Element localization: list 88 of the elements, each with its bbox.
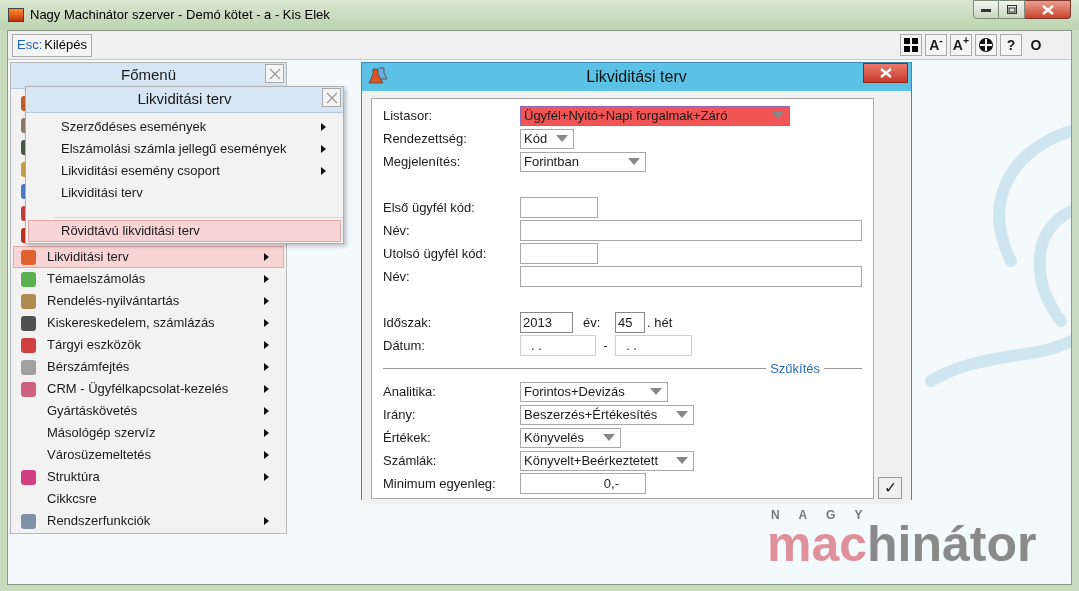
field-label: év: — [583, 313, 602, 332]
dropdown[interactable]: Forintban — [520, 151, 646, 172]
field-label: Értékek: — [383, 428, 432, 447]
dropdown[interactable]: Kód — [520, 128, 574, 149]
close-button[interactable] — [1025, 0, 1071, 19]
section-heading: Szűkítés — [770, 359, 820, 378]
logo-tagline: N A G Y — [771, 507, 872, 524]
dropdown[interactable]: Könyvelt+Beérkeztetett — [520, 450, 694, 471]
field-label: Rendezettség: — [383, 129, 468, 148]
field-label: Név: — [383, 267, 411, 286]
close-icon — [1041, 4, 1054, 15]
logo-text: hinátor — [867, 524, 1037, 564]
field-label: Minimum egyenleg: — [383, 474, 497, 493]
toolbar-button[interactable]: A$^{-}$ — [925, 34, 947, 56]
field-label: Irány: — [383, 405, 417, 424]
input-field[interactable]: . . — [520, 335, 596, 356]
dropdown[interactable]: Beszerzés+Értékesítés — [520, 404, 694, 425]
input-field[interactable]: . . — [615, 335, 692, 356]
input-field[interactable] — [520, 243, 598, 264]
field-label: Megjelenítés: — [383, 152, 462, 171]
field-label: . hét — [647, 313, 673, 332]
menu-item[interactable]: Cikkcsre — [13, 488, 284, 510]
input-field[interactable] — [520, 220, 862, 241]
close-icon — [325, 91, 338, 104]
menu-item[interactable]: Gyártáskövetés — [13, 400, 284, 422]
dropdown[interactable]: Könyvelés — [520, 427, 621, 448]
menu-title: Főmenü — [121, 65, 176, 86]
exit-label: Kilépés — [44, 36, 87, 55]
dropdown-arrow-icon — [556, 135, 568, 142]
menu-title: Likviditási terv — [137, 89, 232, 110]
input-field[interactable]: 0,- — [520, 473, 646, 494]
field-label: Dátum: — [383, 336, 426, 355]
field-label: Számlák: — [383, 451, 438, 470]
menu-item[interactable]: Témaelszámolás — [13, 268, 284, 290]
field-label: Név: — [383, 221, 411, 240]
toolbar-button[interactable]: ? — [1000, 34, 1022, 56]
menu-item[interactable]: Likviditási esemény csoport — [28, 160, 341, 182]
menu-item[interactable]: Bérszámfejtés — [13, 356, 284, 378]
dropdown-arrow-icon — [628, 158, 640, 165]
field-label: Utolsó ügyfél kód: — [383, 244, 488, 263]
maximize-button[interactable] — [999, 0, 1025, 19]
exit-button[interactable]: Esc:Kilépés — [12, 33, 92, 57]
grid-icon — [904, 38, 918, 52]
field-label: Első ügyfél kód: — [383, 198, 476, 217]
menu-item[interactable]: Tárgyi eszközök — [13, 334, 284, 356]
field-label: Időszak: — [383, 313, 433, 332]
toolbar-button[interactable]: A$^{+}$ — [950, 34, 972, 56]
field-label: Listasor: — [383, 106, 434, 125]
close-button[interactable] — [863, 63, 908, 83]
input-field[interactable] — [520, 266, 862, 287]
toolbar-button[interactable]: O — [1025, 34, 1047, 56]
maximize-icon — [1006, 5, 1017, 14]
menu-item[interactable]: Struktúra — [13, 466, 284, 488]
dropdown[interactable]: Forintos+Devizás — [520, 381, 668, 402]
input-field[interactable]: 45 — [615, 312, 645, 333]
minimize-icon — [981, 7, 991, 12]
dropdown-arrow-icon — [676, 457, 688, 464]
menu-item[interactable]: Rendszerfunkciók — [13, 510, 284, 532]
shortcut-key: Esc: — [17, 35, 43, 55]
field-label: Analitika: — [383, 382, 437, 401]
close-icon — [268, 67, 281, 80]
menu-item[interactable]: Szerződéses események — [28, 116, 341, 138]
menu-item[interactable]: Rövidtávú likviditási terv — [28, 220, 341, 242]
layout-button[interactable] — [900, 34, 922, 56]
menu-item[interactable]: CRM - Ügyfélkapcsolat-kezelés — [13, 378, 284, 400]
menu-item[interactable]: Rendelés-nyilvántartás — [13, 290, 284, 312]
menu-item[interactable]: Likviditási terv — [13, 246, 284, 268]
menu-item[interactable]: Városüzemeltetés — [13, 444, 284, 466]
dropdown-arrow-icon — [676, 411, 688, 418]
minimize-button[interactable] — [973, 0, 999, 19]
logo-text: mac — [767, 524, 868, 564]
close-icon — [879, 68, 892, 78]
input-field[interactable]: 2013 — [520, 312, 573, 333]
dropdown-arrow-icon — [603, 434, 615, 441]
dropdown[interactable]: Ügyfél+Nyitó+Napi forgalmak+Záró — [520, 105, 790, 126]
menu-item[interactable]: Másológép szervíz — [13, 422, 284, 444]
flask-icon — [368, 66, 388, 86]
menu-item[interactable]: Elszámolási számla jellegű események — [28, 138, 341, 160]
date-separator: - — [602, 336, 609, 355]
window-title: Nagy Machinátor szerver - Demó kötet - a - Kis Elek — [30, 6, 330, 25]
dropdown-arrow-icon — [650, 388, 662, 395]
dropdown-arrow-icon — [772, 112, 784, 119]
dialog-title: Likviditási terv — [586, 67, 687, 87]
menu-item[interactable]: Kiskereskedelem, számlázás — [13, 312, 284, 334]
input-field[interactable] — [520, 197, 598, 218]
ok-button[interactable]: ✓ — [878, 477, 902, 499]
menu-item[interactable]: Likviditási terv — [28, 182, 341, 204]
app-icon — [8, 8, 24, 22]
